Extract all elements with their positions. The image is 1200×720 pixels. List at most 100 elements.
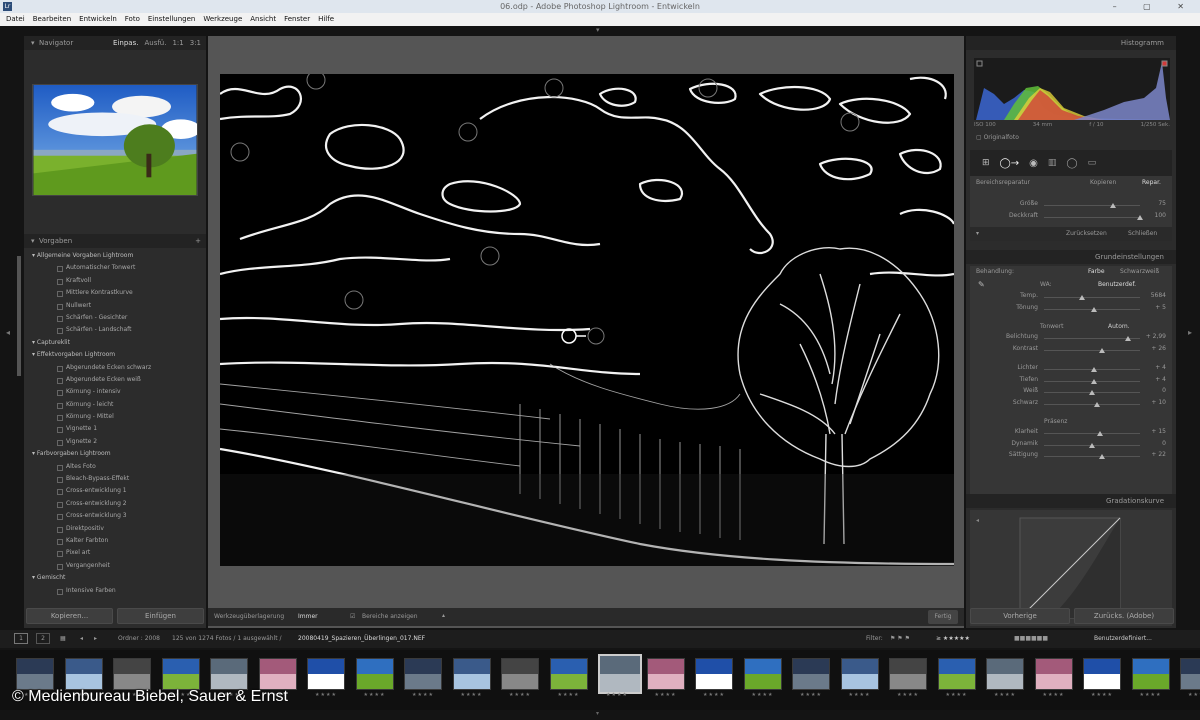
collapse-triangle-icon[interactable]: ▾: [31, 237, 35, 245]
menu-foto[interactable]: Foto: [125, 13, 140, 26]
slider-knob[interactable]: [1093, 401, 1100, 407]
filmstrip-thumbnail[interactable]: [64, 658, 103, 690]
treatment-bw[interactable]: Schwarzweiß: [1120, 266, 1159, 278]
slider-track[interactable]: [1044, 367, 1140, 372]
slider-value[interactable]: + 15: [1151, 428, 1166, 435]
nav-mode-fit[interactable]: Einpas.: [113, 36, 138, 50]
white-balance-picker-icon[interactable]: ✎: [978, 278, 985, 292]
histogram-chart[interactable]: [974, 58, 1170, 120]
filmstrip-thumbnail[interactable]: [598, 654, 642, 694]
slider-track[interactable]: [1044, 390, 1140, 395]
slider-row[interactable]: Dynamik 0: [970, 440, 1172, 452]
slider-value[interactable]: 75: [1158, 200, 1166, 207]
menu-einstellungen[interactable]: Einstellungen: [148, 13, 195, 26]
preset-folder[interactable]: ▾ Captureklit: [24, 337, 202, 349]
filmstrip-thumbnail[interactable]: [1180, 658, 1200, 690]
slider-value[interactable]: + 26: [1151, 345, 1166, 352]
filmstrip-thumbnail[interactable]: [1083, 658, 1121, 690]
slider-track[interactable]: [1044, 336, 1140, 341]
slider-track[interactable]: [1044, 214, 1143, 220]
collapse-triangle-icon[interactable]: ▾: [31, 39, 35, 47]
slider-row[interactable]: Klarheit + 15: [970, 428, 1172, 440]
slider-row[interactable]: Belichtung + 2,99: [970, 333, 1172, 345]
color-label-filter-icon[interactable]: ■■■■■■: [1014, 630, 1048, 648]
back-arrow-icon[interactable]: ◂: [80, 630, 83, 648]
preset-item[interactable]: Cross-entwicklung 2: [24, 498, 202, 510]
filmstrip-thumbnail[interactable]: [646, 658, 685, 690]
window-controls[interactable]: – ▢ ✕: [1113, 0, 1196, 13]
filmstrip-thumbnail[interactable]: [113, 658, 151, 690]
slider-track[interactable]: [1044, 401, 1140, 407]
slider-value[interactable]: + 4: [1155, 364, 1166, 371]
navigator-header[interactable]: ▾ Navigator Einpas. Ausfü. 1:1 3:1: [24, 36, 206, 50]
graduated-filter-icon[interactable]: ▥: [1048, 158, 1057, 168]
spot-close-button[interactable]: Schließen: [1128, 227, 1157, 241]
preset-item[interactable]: Schärfen - Gesichter: [24, 312, 202, 324]
filmstrip-thumbnail[interactable]: [840, 658, 879, 690]
preset-item[interactable]: Kalter Farbton: [24, 535, 202, 547]
filmstrip-thumbnail[interactable]: [307, 658, 345, 690]
preset-item[interactable]: Direktpositiv: [24, 523, 202, 535]
preset-item[interactable]: Vignette 2: [24, 436, 202, 448]
navigator-preview[interactable]: [32, 84, 198, 196]
slider-value[interactable]: 0: [1162, 387, 1166, 394]
slider-row[interactable]: Schwarz + 10: [970, 399, 1172, 411]
preset-item[interactable]: Körnung - intensiv: [24, 386, 202, 398]
crop-tool-icon[interactable]: ⊞: [982, 158, 990, 168]
filmstrip-thumbnail[interactable]: [452, 658, 491, 690]
slider-knob[interactable]: [1096, 431, 1103, 436]
filmstrip-thumbnail[interactable]: [889, 658, 927, 690]
preset-item[interactable]: Körnung - Mittel: [24, 411, 202, 423]
slider-knob[interactable]: [1110, 203, 1117, 208]
add-preset-icon[interactable]: +: [195, 234, 201, 248]
slider-track[interactable]: [1044, 347, 1140, 353]
spot-mode-clone[interactable]: Kopieren: [1090, 176, 1116, 190]
filmstrip-thumbnail[interactable]: [355, 658, 394, 690]
slider-track[interactable]: [1044, 306, 1140, 312]
preset-item[interactable]: Cross-entwicklung 3: [24, 510, 202, 522]
slider-knob[interactable]: [1098, 454, 1105, 459]
filter-preset-select[interactable]: Benutzerdefiniert...: [1094, 630, 1152, 648]
slider-track[interactable]: [1044, 378, 1140, 384]
slider-value[interactable]: 5684: [1151, 292, 1166, 299]
slider-row[interactable]: Größe 75: [970, 200, 1172, 212]
reset-button[interactable]: Zurücks. (Adobe): [1074, 608, 1174, 624]
slider-row[interactable]: Kontrast + 26: [970, 345, 1172, 357]
slider-track[interactable]: [1044, 295, 1140, 300]
forward-arrow-icon[interactable]: ▸: [94, 630, 97, 648]
slider-row[interactable]: Deckkraft 100: [970, 212, 1172, 224]
slider-value[interactable]: + 10: [1151, 399, 1166, 406]
preset-folder[interactable]: ▾ Allgemeine Vorgaben Lightroom: [24, 250, 202, 262]
menu-entwickeln[interactable]: Entwickeln: [79, 13, 117, 26]
done-button[interactable]: Fertig: [928, 610, 958, 624]
slider-track[interactable]: [1044, 431, 1140, 436]
slider-track[interactable]: [1044, 454, 1140, 459]
preset-item[interactable]: Intensive Farben: [24, 585, 202, 597]
filmstrip-thumbnail[interactable]: [404, 658, 442, 690]
preset-folder[interactable]: ▾ Farbvorgaben Lightroom: [24, 448, 202, 460]
nav-mode-1-1[interactable]: 1:1: [172, 36, 183, 50]
filmstrip-thumbnail[interactable]: [501, 658, 539, 690]
filmstrip-thumbnail[interactable]: [695, 658, 733, 690]
view-1-button[interactable]: 1: [14, 633, 28, 644]
preset-item[interactable]: Pixel art: [24, 547, 202, 559]
preset-folder[interactable]: ▾ Effektvorgaben Lightroom: [24, 349, 202, 361]
slider-knob[interactable]: [1137, 214, 1143, 220]
menu-werkzeuge[interactable]: Werkzeuge: [203, 13, 242, 26]
slider-row[interactable]: Tiefen + 4: [970, 376, 1172, 388]
spot-reset-button[interactable]: Zurücksetzen: [1066, 227, 1107, 241]
preset-item[interactable]: Cross-entwicklung 1: [24, 485, 202, 497]
slider-value[interactable]: + 22: [1151, 451, 1166, 458]
slider-track[interactable]: [1044, 203, 1140, 208]
previous-button[interactable]: Vorherige: [970, 608, 1070, 624]
preset-item[interactable]: Altes Foto: [24, 461, 202, 473]
slider-knob[interactable]: [1090, 378, 1097, 384]
preset-item[interactable]: Schärfen - Landschaft: [24, 324, 202, 336]
preset-item[interactable]: Mittlere Kontrastkurve: [24, 287, 202, 299]
rating-filter-icon[interactable]: ≥ ★★★★★: [936, 630, 970, 648]
slider-value[interactable]: 100: [1155, 212, 1166, 219]
slider-value[interactable]: 0: [1162, 440, 1166, 447]
filmstrip-thumbnail[interactable]: [937, 658, 976, 690]
menu-hilfe[interactable]: Hilfe: [318, 13, 334, 26]
nav-mode-fill[interactable]: Ausfü.: [144, 36, 166, 50]
